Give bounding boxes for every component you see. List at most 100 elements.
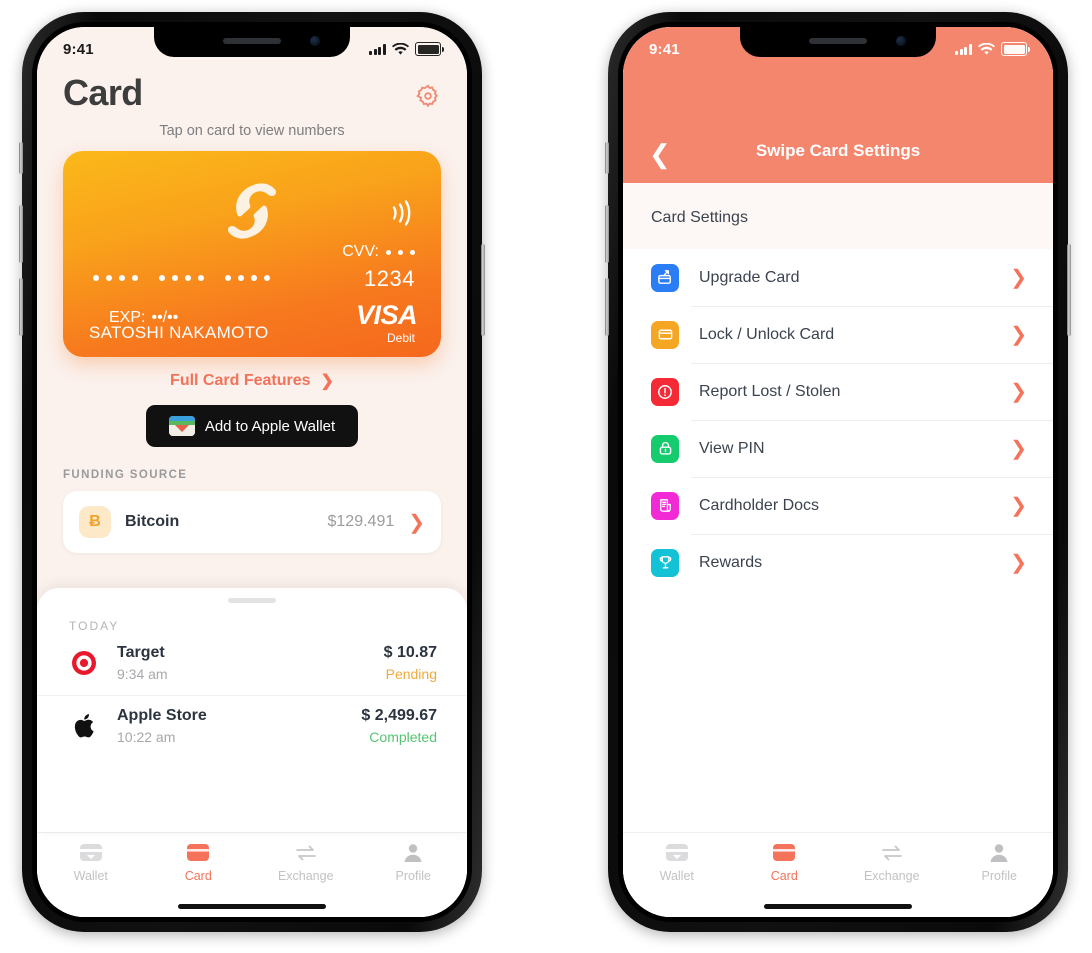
cvv-dot <box>398 249 403 255</box>
cvv-dot <box>410 249 415 255</box>
settings-row-report-lost-stolen[interactable]: Report Lost / Stolen ❯ <box>623 363 1053 420</box>
chevron-right-icon: ❯ <box>1010 495 1027 517</box>
chevron-right-icon: ❯ <box>1010 267 1027 289</box>
transaction-amount: $ 10.87 <box>383 644 437 661</box>
upgrade-card-icon <box>651 263 679 292</box>
visa-logo: VISA <box>355 300 418 330</box>
status-badge: Completed <box>369 729 437 745</box>
credit-card[interactable]: CVV: 1234 EXP: ••/•• SATOSHI NAKAMOTO VI… <box>63 151 441 357</box>
profile-icon <box>404 844 422 862</box>
chevron-right-icon: ❯ <box>1010 381 1027 403</box>
tab-wallet[interactable]: Wallet <box>37 843 145 883</box>
tab-exchange-label: Exchange <box>277 869 334 883</box>
tab-card[interactable]: Card <box>145 843 253 883</box>
power-button[interactable] <box>481 244 485 336</box>
funding-source-name: Bitcoin <box>125 513 180 530</box>
card-holder-name: SATOSHI NAKAMOTO <box>89 323 269 342</box>
settings-list: Upgrade Card ❯ Lock / Unlock Card ❯ Repo… <box>623 249 1053 591</box>
transaction-amount: $ 2,499.67 <box>361 707 437 724</box>
power-button[interactable] <box>1067 244 1071 336</box>
volume-up-button[interactable] <box>605 205 609 263</box>
cvv-dot <box>386 249 391 255</box>
home-indicator[interactable] <box>764 904 912 909</box>
settings-row-upgrade-card[interactable]: Upgrade Card ❯ <box>623 249 1053 306</box>
cardholder-docs-icon <box>651 491 679 520</box>
chevron-right-icon: ❯ <box>1010 552 1027 574</box>
status-time: 9:41 <box>63 40 94 58</box>
chevron-right-icon: ❯ <box>320 373 334 390</box>
settings-row-label: Lock / Unlock Card <box>699 325 835 343</box>
apple-logo-icon <box>69 711 99 741</box>
table-row[interactable]: Target 9:34 am $ 10.87 Pending <box>37 633 467 693</box>
settings-row-label: View PIN <box>699 439 765 457</box>
funding-source-amount: $129.491 <box>327 513 395 530</box>
home-indicator[interactable] <box>178 904 326 909</box>
wallet-icon <box>665 844 688 861</box>
screenshot-stage: 9:41 Card Tap on card to view numbers CV… <box>0 0 1092 953</box>
chevron-right-icon: ❯ <box>408 511 425 534</box>
silent-switch[interactable] <box>605 142 609 174</box>
settings-row-label: Upgrade Card <box>699 268 800 286</box>
phone-bezel: 9:41 Card Tap on card to view numbers CV… <box>32 22 472 922</box>
sheet-drag-handle[interactable] <box>228 598 276 603</box>
phone-bezel: 9:41 ❮ Swipe Card Settings Card Settings… <box>618 22 1058 922</box>
battery-full-icon <box>1001 42 1030 56</box>
tab-profile-label: Profile <box>981 869 1017 883</box>
volume-down-button[interactable] <box>605 278 609 336</box>
tap-hint: Tap on card to view numbers <box>159 123 345 139</box>
card-type-label: Debit <box>386 331 415 345</box>
gear-icon[interactable] <box>415 83 441 109</box>
wifi-icon <box>978 42 995 55</box>
cellular-bars-icon <box>955 43 972 55</box>
transaction-merchant: Apple Store <box>117 707 207 724</box>
table-row[interactable]: Apple Store 10:22 am $ 2,499.67 Complete… <box>37 695 467 756</box>
back-button[interactable]: ❮ <box>649 141 671 167</box>
tab-profile[interactable]: Profile <box>360 843 468 883</box>
transaction-time: 9:34 am <box>117 666 168 682</box>
phone-right: 9:41 ❮ Swipe Card Settings Card Settings… <box>605 12 1071 932</box>
tab-card-label: Card <box>770 869 798 883</box>
card-icon <box>187 844 210 861</box>
transaction-time: 10:22 am <box>117 729 176 745</box>
settings-row-label: Rewards <box>699 553 763 571</box>
tab-profile-label: Profile <box>395 869 431 883</box>
cvv-label: CVV: <box>342 243 379 260</box>
card-last-four: 1234 <box>364 266 415 291</box>
tab-wallet-label: Wallet <box>659 869 694 883</box>
add-to-apple-wallet-label: Add to Apple Wallet <box>204 417 336 435</box>
profile-icon <box>990 844 1008 862</box>
full-card-features-link[interactable]: Full Card Features ❯ <box>37 371 467 391</box>
settings-row-view-pin[interactable]: View PIN ❯ <box>623 420 1053 477</box>
screen-card-settings: 9:41 ❮ Swipe Card Settings Card Settings… <box>623 27 1053 917</box>
swipe-logo <box>227 183 277 239</box>
contactless-icon <box>392 200 411 226</box>
front-camera <box>896 36 906 46</box>
report-lost-icon <box>651 377 679 406</box>
wifi-icon <box>392 42 409 55</box>
volume-down-button[interactable] <box>19 278 23 336</box>
status-time: 9:41 <box>649 40 680 58</box>
settings-row-cardholder-docs[interactable]: Cardholder Docs ❯ <box>623 477 1053 534</box>
view-pin-icon <box>651 434 679 463</box>
tab-wallet[interactable]: Wallet <box>623 843 731 883</box>
add-to-apple-wallet-button[interactable]: Add to Apple Wallet <box>146 405 358 447</box>
tab-profile[interactable]: Profile <box>946 843 1054 883</box>
today-label: TODAY <box>69 619 120 633</box>
tab-exchange[interactable]: Exchange <box>252 843 360 883</box>
silent-switch[interactable] <box>19 142 23 174</box>
settings-row-rewards[interactable]: Rewards ❯ <box>623 534 1053 591</box>
settings-row-lock-unlock-card[interactable]: Lock / Unlock Card ❯ <box>623 306 1053 363</box>
notch <box>740 27 936 57</box>
card-cvv: CVV: <box>342 243 415 261</box>
tab-exchange[interactable]: Exchange <box>838 843 946 883</box>
tab-card[interactable]: Card <box>731 843 839 883</box>
chevron-right-icon: ❯ <box>1010 438 1027 460</box>
funding-source-row[interactable]: Ƀ Bitcoin $129.491 ❯ <box>63 491 441 553</box>
tab-card-label: Card <box>184 869 212 883</box>
chevron-right-icon: ❯ <box>1010 324 1027 346</box>
earpiece-speaker <box>223 38 281 44</box>
earpiece-speaker <box>809 38 867 44</box>
volume-up-button[interactable] <box>19 205 23 263</box>
tab-wallet-label: Wallet <box>73 869 108 883</box>
screen-card: 9:41 Card Tap on card to view numbers CV… <box>37 27 467 917</box>
